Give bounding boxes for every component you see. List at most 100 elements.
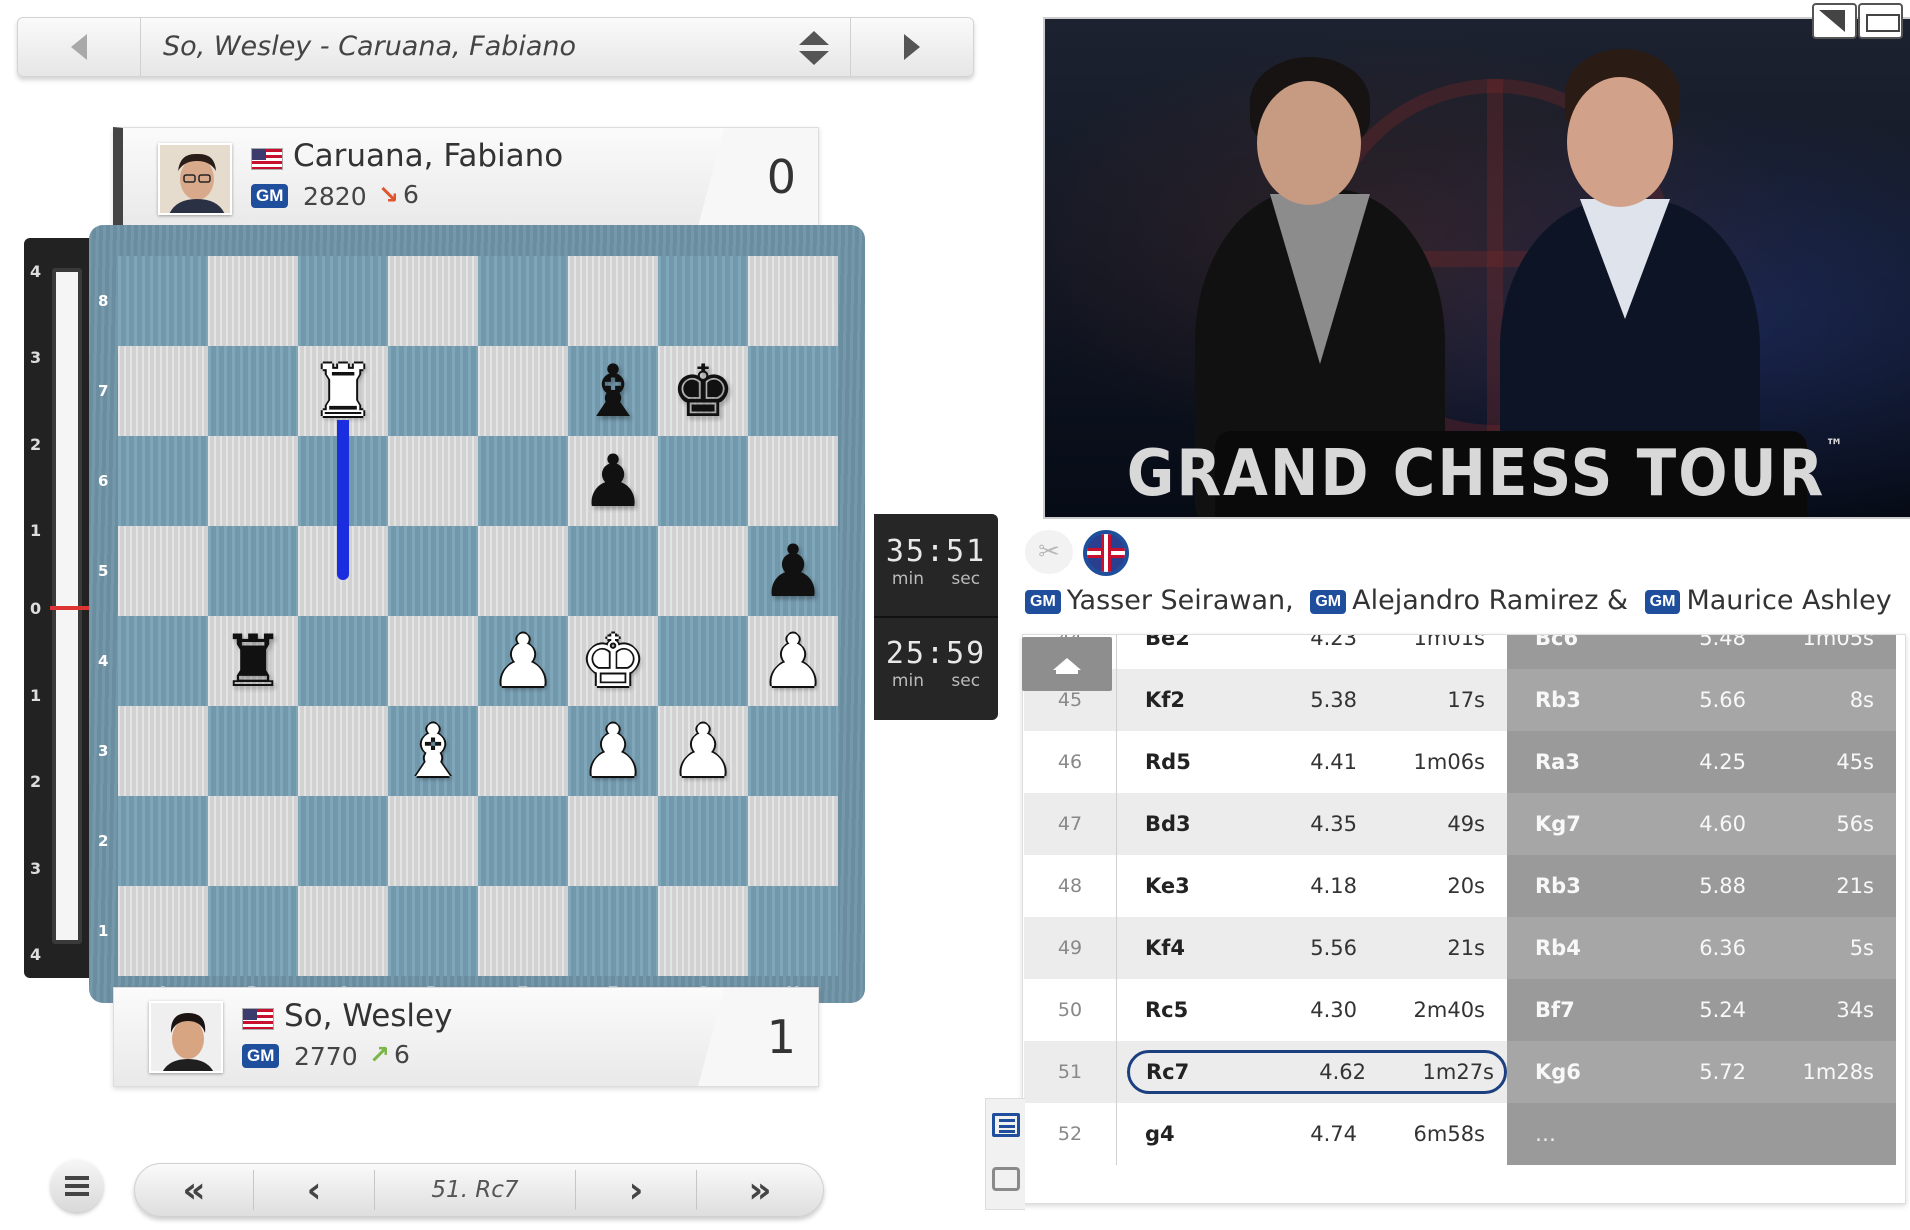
square-f2[interactable] bbox=[568, 796, 658, 886]
white-move[interactable]: Be2 bbox=[1145, 635, 1190, 669]
game-title[interactable]: So, Wesley - Caruana, Fabiano bbox=[163, 18, 576, 76]
square-d4[interactable] bbox=[388, 616, 478, 706]
square-c1[interactable] bbox=[298, 886, 388, 976]
white-move[interactable]: Kf4 bbox=[1145, 917, 1185, 979]
square-e1[interactable] bbox=[478, 886, 568, 976]
black-pawn[interactable]: ♟ bbox=[761, 535, 826, 607]
square-g8[interactable] bbox=[658, 256, 748, 346]
square-e2[interactable] bbox=[478, 796, 568, 886]
current-move-highlight[interactable]: Rc7 4.62 1m27s bbox=[1127, 1050, 1507, 1094]
square-h7[interactable] bbox=[748, 346, 838, 436]
square-a5[interactable] bbox=[118, 526, 208, 616]
black-move-cell[interactable]: Ra3 4.25 45s bbox=[1507, 731, 1896, 793]
square-f4[interactable]: ♚ bbox=[568, 616, 658, 706]
white-move-cell[interactable]: Ke3 4.18 20s bbox=[1116, 855, 1507, 917]
square-a3[interactable] bbox=[118, 706, 208, 796]
menu-button[interactable] bbox=[51, 1160, 103, 1212]
black-move-cell[interactable]: Kg6 5.72 1m28s bbox=[1507, 1041, 1896, 1103]
first-move-button[interactable]: « bbox=[135, 1164, 253, 1216]
white-move[interactable]: g4 bbox=[1145, 1103, 1175, 1165]
live-video[interactable]: GRAND CHESS TOUR™ bbox=[1043, 17, 1910, 519]
square-b3[interactable] bbox=[208, 706, 298, 796]
previous-move-button[interactable]: ‹ bbox=[254, 1164, 374, 1216]
square-d6[interactable] bbox=[388, 436, 478, 526]
white-pawn[interactable]: ♟ bbox=[671, 715, 736, 787]
black-move-cell[interactable]: Kg7 4.60 56s bbox=[1507, 793, 1896, 855]
black-move[interactable]: Rb4 bbox=[1535, 917, 1581, 979]
black-move-cell[interactable]: Bc6 5.48 1m05s bbox=[1507, 635, 1896, 669]
black-move-cell[interactable]: Rb3 5.88 21s bbox=[1507, 855, 1896, 917]
white-move[interactable]: Rd5 bbox=[1145, 731, 1191, 793]
white-move-cell[interactable]: Be2 4.23 1m01s bbox=[1116, 635, 1507, 669]
square-b8[interactable] bbox=[208, 256, 298, 346]
black-move-cell[interactable]: Rb4 6.36 5s bbox=[1507, 917, 1896, 979]
square-f7[interactable]: ♝ bbox=[568, 346, 658, 436]
black-move[interactable]: Ra3 bbox=[1535, 731, 1580, 793]
square-a8[interactable] bbox=[118, 256, 208, 346]
black-move[interactable]: Rb3 bbox=[1535, 855, 1581, 917]
square-h6[interactable] bbox=[748, 436, 838, 526]
white-move-cell[interactable]: Rc5 4.30 2m40s bbox=[1116, 979, 1507, 1041]
black-move-cell[interactable]: … bbox=[1507, 1103, 1896, 1165]
square-g7[interactable]: ♚ bbox=[658, 346, 748, 436]
square-d7[interactable] bbox=[388, 346, 478, 436]
white-move[interactable]: Ke3 bbox=[1145, 855, 1190, 917]
square-e7[interactable] bbox=[478, 346, 568, 436]
square-d1[interactable] bbox=[388, 886, 478, 976]
square-c8[interactable] bbox=[298, 256, 388, 346]
square-f5[interactable] bbox=[568, 526, 658, 616]
white-move-cell[interactable]: Kf2 5.38 17s bbox=[1116, 669, 1507, 731]
white-move[interactable]: Bd3 bbox=[1145, 793, 1191, 855]
chat-tab-icon[interactable] bbox=[992, 1167, 1020, 1191]
select-updown-icon[interactable] bbox=[799, 31, 829, 65]
white-move-cell[interactable]: Rc7 4.62 1m27s bbox=[1116, 1041, 1507, 1103]
white-pawn[interactable]: ♟ bbox=[581, 715, 646, 787]
square-d2[interactable] bbox=[388, 796, 478, 886]
white-bishop[interactable]: ♝ bbox=[401, 715, 466, 787]
black-king[interactable]: ♚ bbox=[671, 355, 736, 427]
player-name[interactable]: So, Wesley bbox=[284, 998, 452, 1034]
next-move-button[interactable]: › bbox=[576, 1164, 696, 1216]
chess-board[interactable]: ♜ ♝ ♚ ♟ ♟ ♜ ♟ ♚ ♟ ♝ ♟ ♟ bbox=[118, 256, 838, 976]
square-b4[interactable]: ♜ bbox=[208, 616, 298, 706]
square-h5[interactable]: ♟ bbox=[748, 526, 838, 616]
square-c2[interactable] bbox=[298, 796, 388, 886]
square-h3[interactable] bbox=[748, 706, 838, 796]
square-d8[interactable] bbox=[388, 256, 478, 346]
black-rook[interactable]: ♜ bbox=[221, 625, 286, 697]
white-move-cell[interactable]: g4 4.74 6m58s bbox=[1116, 1103, 1507, 1165]
square-e3[interactable] bbox=[478, 706, 568, 796]
square-a7[interactable] bbox=[118, 346, 208, 436]
square-g5[interactable] bbox=[658, 526, 748, 616]
square-f6[interactable]: ♟ bbox=[568, 436, 658, 526]
next-game-button[interactable] bbox=[850, 18, 973, 76]
square-f1[interactable] bbox=[568, 886, 658, 976]
square-g1[interactable] bbox=[658, 886, 748, 976]
theater-mode-icon[interactable] bbox=[1858, 3, 1903, 39]
square-e6[interactable] bbox=[478, 436, 568, 526]
square-b5[interactable] bbox=[208, 526, 298, 616]
square-d3[interactable]: ♝ bbox=[388, 706, 478, 796]
black-move[interactable]: Kg6 bbox=[1535, 1041, 1581, 1103]
white-move-cell[interactable]: Rd5 4.41 1m06s bbox=[1116, 731, 1507, 793]
black-move[interactable]: Kg7 bbox=[1535, 793, 1581, 855]
square-b7[interactable] bbox=[208, 346, 298, 436]
square-b1[interactable] bbox=[208, 886, 298, 976]
square-h2[interactable] bbox=[748, 796, 838, 886]
previous-game-button[interactable] bbox=[18, 18, 141, 76]
square-h8[interactable] bbox=[748, 256, 838, 346]
expand-video-icon[interactable] bbox=[1812, 3, 1857, 39]
move-list-panel[interactable]: 44Be24.231m01sBc65.481m05s45Kf25.3817sRb… bbox=[1022, 634, 1906, 1204]
game-selector[interactable]: So, Wesley - Caruana, Fabiano bbox=[17, 17, 974, 77]
white-rook[interactable]: ♜ bbox=[311, 355, 376, 427]
white-move[interactable]: Rc5 bbox=[1145, 979, 1188, 1041]
square-a6[interactable] bbox=[118, 436, 208, 526]
white-pawn[interactable]: ♟ bbox=[491, 625, 556, 697]
white-move[interactable]: Kf2 bbox=[1145, 669, 1185, 731]
black-move-cell[interactable]: Rb3 5.66 8s bbox=[1507, 669, 1896, 731]
square-c3[interactable] bbox=[298, 706, 388, 796]
black-bishop[interactable]: ♝ bbox=[581, 355, 646, 427]
white-move[interactable]: Rc7 bbox=[1146, 1053, 1189, 1091]
move-list-tab-icon[interactable] bbox=[992, 1113, 1020, 1137]
square-b2[interactable] bbox=[208, 796, 298, 886]
